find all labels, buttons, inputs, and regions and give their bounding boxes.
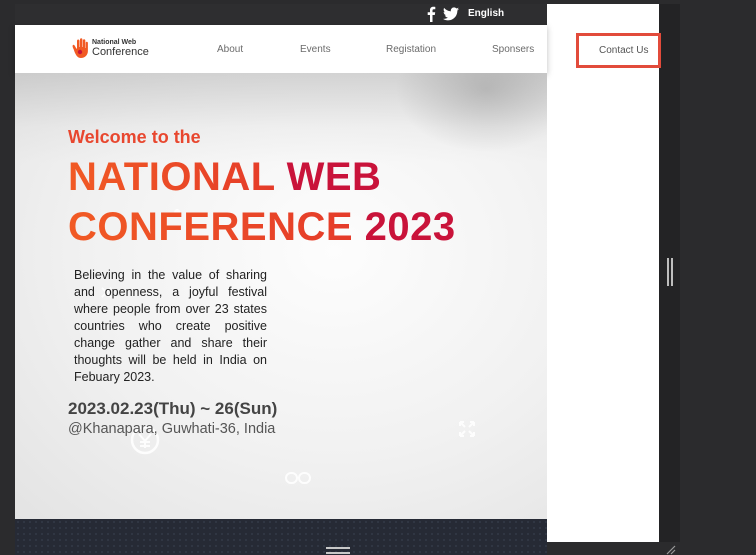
hero-section: ✕ ● Welcome to the NATIONAL WEB CONFEREN… [15, 73, 547, 519]
twitter-icon[interactable] [443, 7, 459, 21]
top-bar: English [15, 4, 547, 25]
nav-item-registration[interactable]: Registation [386, 44, 436, 55]
menu-icon[interactable] [326, 547, 350, 555]
title-web: WEB [286, 155, 382, 199]
site-logo[interactable]: National Web Conference [70, 35, 160, 63]
conference-venue: @Khanapara, Guwhati-36, India [68, 421, 276, 437]
resize-grip-icon[interactable] [664, 542, 676, 555]
logo-text-top: National Web [92, 39, 137, 46]
right-blank-area-bottom [547, 519, 659, 542]
decorative-expand-icon [458, 420, 476, 443]
nav-item-about[interactable]: About [217, 44, 243, 55]
conference-description: Believing in the value of sharing and op… [74, 268, 267, 384]
language-link[interactable]: English [468, 8, 504, 19]
hand-logo-icon [70, 37, 92, 59]
main-navigation: National Web Conference About Events Reg… [15, 25, 547, 73]
panel-resize-handle[interactable] [667, 258, 673, 286]
welcome-heading: Welcome to the [68, 127, 201, 147]
conference-dates: 2023.02.23(Thu) ~ 26(Sun) [68, 399, 278, 418]
conference-title-line1: NATIONAL WEB [68, 155, 381, 200]
side-panel [680, 0, 756, 555]
nav-item-events[interactable]: Events [300, 44, 331, 55]
contact-us-label[interactable]: Contact Us [599, 45, 648, 56]
decorative-link-icon [285, 471, 311, 489]
next-section-strip [15, 519, 547, 555]
right-blank-area [547, 4, 659, 542]
title-national: NATIONAL [68, 155, 287, 199]
title-conference: CONFERENCE [68, 205, 365, 249]
nav-item-sponsors[interactable]: Sponsers [492, 44, 534, 55]
facebook-icon[interactable] [425, 6, 437, 22]
title-year: 2023 [364, 205, 456, 249]
hero-background-shade [395, 73, 547, 153]
logo-text-bottom: Conference [92, 46, 149, 58]
conference-title-line2: CONFERENCE 2023 [68, 205, 456, 250]
